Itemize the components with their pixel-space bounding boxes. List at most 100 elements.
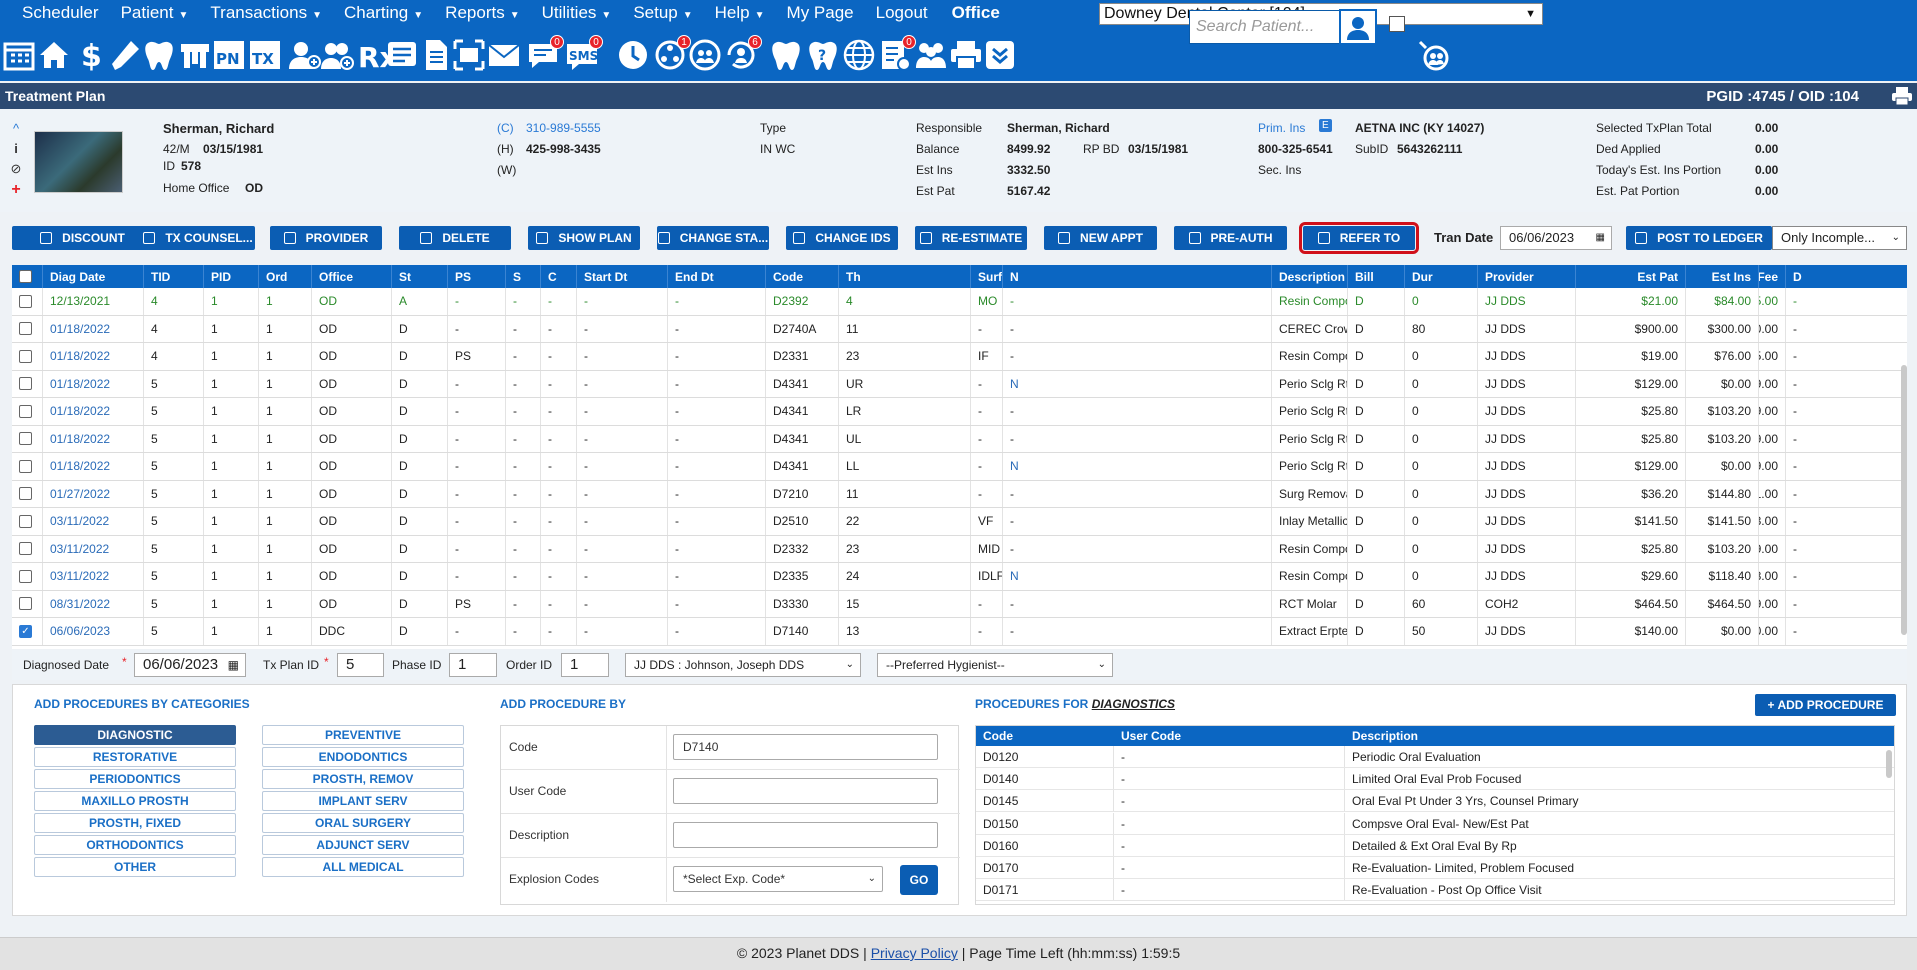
category-adjunct-serv[interactable]: ADJUNCT SERV	[262, 835, 464, 855]
column-header[interactable]: Code	[765, 265, 838, 288]
row-checkbox[interactable]	[19, 487, 32, 501]
column-header[interactable]: PID	[203, 265, 258, 288]
menu-reports[interactable]: Reports ▼	[445, 0, 519, 28]
sms-icon[interactable]: SMS 0	[563, 35, 603, 74]
column-header[interactable]: TID	[143, 265, 203, 288]
notes-icon[interactable]	[383, 36, 421, 74]
go-button[interactable]: GO	[900, 865, 938, 895]
refer-to-button[interactable]: REFER TO	[1299, 222, 1419, 254]
menu-scheduler[interactable]: Scheduler	[22, 0, 99, 28]
column-header[interactable]: Fee	[1758, 265, 1785, 288]
procedure-row[interactable]: D0160 - Detailed & Ext Oral Eval By Rp	[976, 834, 1894, 857]
row-checkbox[interactable]	[19, 377, 32, 391]
printer-icon[interactable]	[947, 36, 985, 74]
menu-transactions[interactable]: Transactions ▼	[210, 0, 322, 28]
row-checkbox[interactable]	[19, 349, 32, 363]
menu-patient[interactable]: Patient ▼	[121, 0, 189, 28]
column-header[interactable]: Provider	[1477, 265, 1575, 288]
menu-charting[interactable]: Charting ▼	[344, 0, 423, 28]
post-to-ledger-button[interactable]: POST TO LEDGER	[1626, 226, 1772, 250]
table-scrollbar[interactable]	[1901, 365, 1907, 635]
category-diagnostic[interactable]: DIAGNOSTIC	[34, 725, 236, 745]
column-header[interactable]: S	[505, 265, 540, 288]
change-status-button[interactable]: CHANGE STA...	[657, 226, 769, 250]
row-checkbox[interactable]	[19, 432, 32, 446]
refresh-person-icon[interactable]: 6	[722, 35, 762, 74]
category-orthodontics[interactable]: ORTHODONTICS	[34, 835, 236, 855]
procedure-row[interactable]: D0140 - Limited Oral Eval Prob Focused	[976, 768, 1894, 791]
printer-icon[interactable]	[1891, 86, 1913, 109]
re-estimate-button[interactable]: RE-ESTIMATE	[915, 226, 1027, 250]
column-header[interactable]: PS	[447, 265, 505, 288]
table-row[interactable]: 01/18/2022 5 1 1 OD D - - - - - D4341 LL - N Perio Sclg…	[12, 453, 1907, 481]
column-header[interactable]: N	[1002, 265, 1271, 288]
tx-counselor-button[interactable]: TX COUNSEL...	[141, 226, 255, 250]
collapse-icon[interactable]: ^	[8, 121, 24, 141]
menu-help[interactable]: Help ▼	[715, 0, 765, 28]
column-header[interactable]: Office	[311, 265, 391, 288]
table-row[interactable]: 01/18/2022 5 1 1 OD D - - - - - D4341 LR - - Perio Sclg…	[12, 398, 1907, 426]
category-maxillo-prosth[interactable]: MAXILLO PROSTH	[34, 791, 236, 811]
menu-logout[interactable]: Logout	[876, 0, 928, 28]
globe-icon[interactable]	[840, 36, 878, 74]
calendar-icon[interactable]	[0, 36, 38, 74]
tx-icon[interactable]: TX	[246, 36, 284, 74]
checklist-icon[interactable]: 0	[876, 35, 916, 74]
procedure-row[interactable]: D0171 - Re-Evaluation - Post Op Office Vis…	[976, 879, 1894, 902]
paperclip-icon[interactable]: ⊘	[8, 161, 24, 181]
status-filter-select[interactable]: Only Incomple... ⌄	[1772, 226, 1907, 250]
tooth-icon[interactable]	[140, 36, 178, 74]
category-oral-surgery[interactable]: ORAL SURGERY	[262, 813, 464, 833]
select-all-checkbox[interactable]	[19, 270, 32, 283]
globe-people-icon[interactable]	[686, 36, 724, 74]
provider-select[interactable]: JJ DDS : Johnson, Joseph DDS ⌄	[625, 653, 861, 677]
code-input[interactable]: D7140	[673, 734, 938, 760]
table-row[interactable]: 01/27/2022 5 1 1 OD D - - - - - D7210 11- - Surg Remov…	[12, 480, 1907, 508]
explosion-select[interactable]: *Select Exp. Code* ⌄	[673, 866, 883, 892]
procedure-list-scrollbar[interactable]	[1886, 750, 1892, 778]
calendar-icon[interactable]: ▦	[1596, 227, 1605, 249]
add-procedure-button[interactable]: + ADD PROCEDURE	[1755, 694, 1896, 716]
pre-auth-button[interactable]: PRE-AUTH	[1174, 226, 1287, 250]
hygienist-select[interactable]: --Preferred Hygienist-- ⌄	[877, 653, 1113, 677]
txplan-id-input[interactable]: 5	[337, 653, 384, 677]
privacy-policy-link[interactable]: Privacy Policy	[871, 945, 958, 961]
procedure-row[interactable]: D0170 - Re-Evaluation- Limited, Problem Fo…	[976, 857, 1894, 879]
show-plan-button[interactable]: SHOW PLAN	[528, 226, 640, 250]
search-patient-input[interactable]: Search Patient...	[1189, 10, 1340, 44]
row-checkbox[interactable]	[19, 404, 32, 418]
row-checkbox[interactable]: ✓	[19, 624, 32, 638]
category-preventive[interactable]: PREVENTIVE	[262, 725, 464, 745]
column-header[interactable]: Ord	[258, 265, 311, 288]
column-header[interactable]: D	[1785, 265, 1907, 288]
order-id-input[interactable]: 1	[561, 653, 609, 677]
mail-icon[interactable]	[485, 36, 523, 74]
table-row[interactable]: 03/11/2022 5 1 1 OD D - - - - - D2335 24 IDLF N Resin C…	[12, 563, 1907, 591]
row-checkbox[interactable]	[19, 542, 32, 556]
row-checkbox[interactable]	[19, 459, 32, 473]
procedure-row[interactable]: D0120 - Periodic Oral Evaluation	[976, 746, 1894, 768]
category-implant-serv[interactable]: IMPLANT SERV	[262, 791, 464, 811]
search-people-icon[interactable]	[1412, 34, 1454, 76]
category-all-medical[interactable]: ALL MEDICAL	[262, 857, 464, 877]
pencil-icon[interactable]	[106, 36, 144, 74]
row-checkbox[interactable]	[19, 322, 32, 336]
table-row[interactable]: 01/18/2022 5 1 1 OD D - - - - - D4341 UL - - Perio Sclg…	[12, 425, 1907, 453]
tran-date-input[interactable]: 06/06/2023 ▦	[1500, 226, 1612, 250]
change-ids-button[interactable]: CHANGE IDS	[786, 226, 898, 250]
prim-ins-label[interactable]: Prim. Ins	[1258, 121, 1305, 135]
table-row[interactable]: ✓ 06/06/2023 5 1 1 DDC D - - - - - D7140 13- - Extract …	[12, 618, 1907, 646]
table-row[interactable]: 01/18/2022 4 1 1 OD D - - - - - D2740A 11- - CEREC Cro…	[12, 315, 1907, 343]
calendar-icon[interactable]: ▦	[228, 654, 239, 676]
table-row[interactable]: 03/11/2022 5 1 1 OD D - - - - - D2510 22 VF - Inlay Met…	[12, 508, 1907, 536]
column-header[interactable]: Th	[838, 265, 970, 288]
network-icon[interactable]: 1	[651, 35, 691, 74]
menu-utilities[interactable]: Utilities ▼	[542, 0, 612, 28]
column-header[interactable]: Start Dt	[576, 265, 667, 288]
provider-button[interactable]: PROVIDER	[270, 226, 382, 250]
column-header[interactable]: Est Pat	[1575, 265, 1685, 288]
phase-id-input[interactable]: 1	[449, 653, 497, 677]
row-checkbox[interactable]	[19, 569, 32, 583]
table-row[interactable]: 03/11/2022 5 1 1 OD D - - - - - D2332 23 MID - Resin Co…	[12, 535, 1907, 563]
search-patient-button[interactable]	[1339, 9, 1377, 45]
